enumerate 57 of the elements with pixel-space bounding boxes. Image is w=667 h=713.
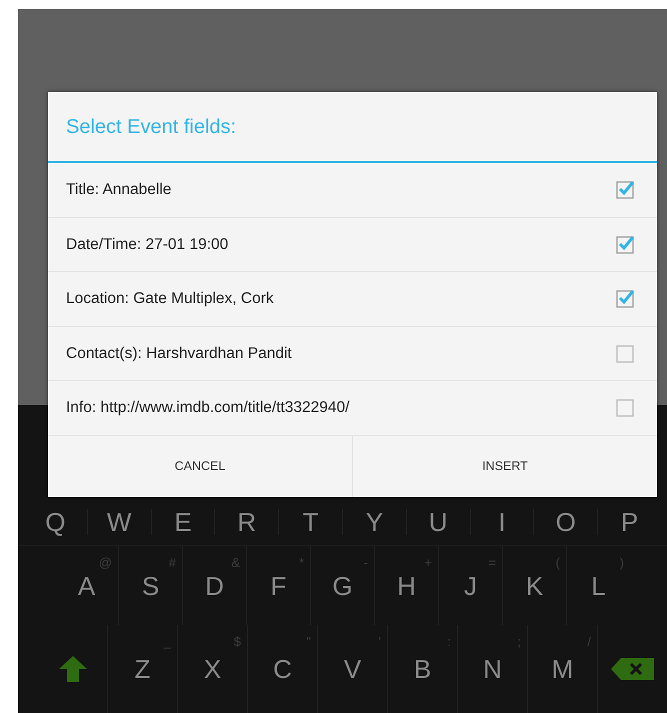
key-letter[interactable]: U: [428, 509, 448, 535]
key-letter[interactable]: P: [620, 509, 638, 535]
key-letter[interactable]: G: [332, 572, 353, 598]
key-letter[interactable]: L: [591, 572, 606, 598]
field-label: Date/Time: 27-01 19:00: [66, 234, 228, 255]
field-label: Location: Gate Multiplex, Cork: [66, 289, 274, 310]
key-letter[interactable]: Z: [134, 656, 150, 682]
key-letter[interactable]: O: [556, 509, 576, 535]
key-hint: ": [306, 635, 311, 648]
key-hint: @: [98, 556, 112, 569]
checkbox[interactable]: [616, 180, 635, 200]
key-letter[interactable]: X: [204, 656, 222, 682]
key-letter[interactable]: S: [142, 572, 160, 598]
key-letter[interactable]: E: [174, 509, 192, 535]
key-letter[interactable]: J: [464, 572, 477, 598]
checkbox[interactable]: [616, 289, 635, 308]
key-hint: $: [234, 635, 241, 648]
dialog-title: Select Event fields:: [48, 92, 657, 163]
key-letter[interactable]: H: [397, 572, 416, 598]
key-hint: +: [424, 556, 432, 569]
key-letter[interactable]: Y: [366, 509, 384, 535]
key-hint: #: [168, 556, 176, 569]
key-hint: _: [164, 635, 171, 648]
key-letter[interactable]: A: [78, 572, 96, 598]
key-hint: ': [378, 635, 381, 648]
field-label: Title: Annabelle: [66, 180, 172, 200]
key-letter[interactable]: D: [205, 572, 224, 598]
key-letter[interactable]: C: [273, 656, 292, 682]
key-hint: &: [231, 556, 240, 569]
key-hint: *: [298, 556, 304, 569]
key-hint: -: [364, 556, 368, 569]
field-label: Info: http://www.imdb.com/title/tt3322940/: [66, 398, 350, 418]
key-letter[interactable]: V: [344, 656, 362, 682]
key-letter[interactable]: Q: [45, 509, 66, 535]
shift-icon[interactable]: [58, 654, 88, 684]
key-letter[interactable]: T: [302, 509, 319, 535]
key-letter[interactable]: W: [106, 509, 132, 535]
field-label: Contact(s): Harshvardhan Pandit: [66, 344, 292, 364]
key-hint: ;: [517, 635, 521, 648]
key-hint: /: [587, 635, 591, 648]
key-hint: =: [488, 556, 496, 569]
key-letter[interactable]: R: [237, 509, 256, 535]
backspace-icon[interactable]: [610, 657, 654, 681]
key-letter[interactable]: N: [483, 656, 502, 682]
checkbox[interactable]: [616, 398, 635, 418]
checkbox[interactable]: [616, 234, 635, 254]
key-letter[interactable]: F: [270, 572, 286, 598]
key-letter[interactable]: B: [414, 656, 432, 682]
key-hint: (: [556, 556, 560, 569]
key-letter[interactable]: K: [526, 572, 544, 598]
key-letter[interactable]: I: [498, 509, 506, 535]
dialog-button[interactable]: CANCEL: [48, 436, 352, 497]
key-hint: ): [620, 556, 624, 569]
checkbox[interactable]: [616, 344, 635, 363]
key-hint: :: [447, 635, 451, 648]
dialog-button[interactable]: INSERT: [352, 436, 657, 497]
key-letter[interactable]: M: [552, 656, 574, 682]
